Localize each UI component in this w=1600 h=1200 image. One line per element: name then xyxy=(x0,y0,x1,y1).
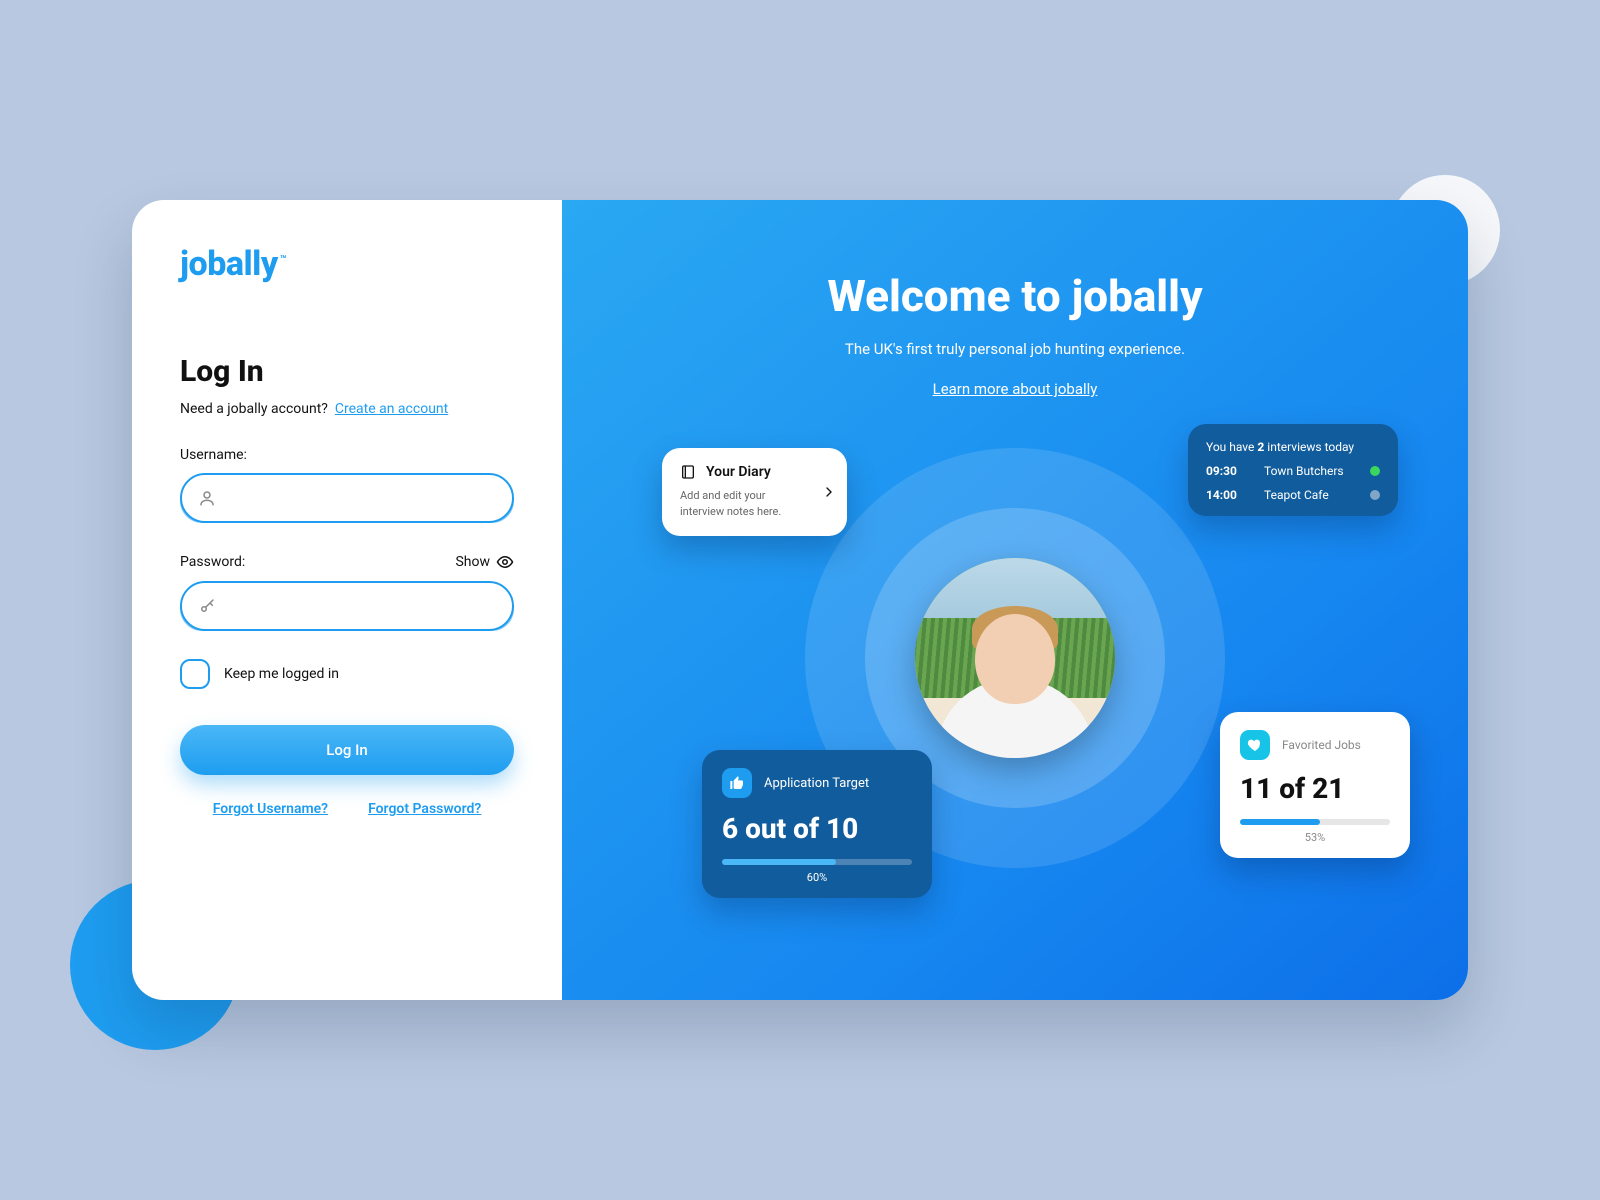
need-account-text: Need a jobally account? Create an accoun… xyxy=(180,401,514,417)
interview-place: Teapot Cafe xyxy=(1264,488,1329,502)
username-label-text: Username: xyxy=(180,447,247,463)
diary-card[interactable]: Your Diary Add and edit your interview n… xyxy=(662,448,847,536)
keep-logged-in-row: Keep me logged in xyxy=(180,659,514,689)
interviews-card[interactable]: You have 2 interviews today 09:30 Town B… xyxy=(1188,424,1398,516)
avatar xyxy=(915,558,1115,758)
iv-prefix: You have xyxy=(1206,440,1257,454)
book-icon xyxy=(680,464,696,480)
password-input[interactable] xyxy=(180,581,514,631)
keep-logged-in-checkbox[interactable] xyxy=(180,659,210,689)
username-input[interactable] xyxy=(180,473,514,523)
user-icon xyxy=(198,489,216,507)
welcome-subtitle: The UK's first truly personal job huntin… xyxy=(562,340,1468,358)
interview-time: 14:00 xyxy=(1206,488,1250,502)
interview-row: 14:00 Teapot Cafe xyxy=(1206,488,1380,502)
hero-illustration: Your Diary Add and edit your interview n… xyxy=(562,408,1468,928)
diary-desc: Add and edit your interview notes here. xyxy=(680,488,829,520)
application-target-label: Application Target xyxy=(764,776,869,791)
login-button[interactable]: Log In xyxy=(180,725,514,775)
brand-name: jobally xyxy=(180,244,278,284)
thumb-up-icon xyxy=(722,768,752,798)
status-dot-green xyxy=(1370,466,1380,476)
iv-suffix: interviews today xyxy=(1264,440,1354,454)
forgot-password-link[interactable]: Forgot Password? xyxy=(368,801,481,817)
forgot-links: Forgot Username? Forgot Password? xyxy=(180,801,514,817)
chevron-right-icon xyxy=(821,484,837,500)
password-label: Password: Show xyxy=(180,553,514,571)
favorited-label: Favorited Jobs xyxy=(1282,738,1361,752)
eye-icon xyxy=(496,553,514,571)
password-label-text: Password: xyxy=(180,554,245,570)
interview-time: 09:30 xyxy=(1206,464,1250,478)
heart-icon xyxy=(1240,730,1270,760)
favorited-value: 11 of 21 xyxy=(1240,772,1390,805)
login-heading: Log In xyxy=(180,354,514,389)
application-target-bar xyxy=(722,859,912,865)
status-dot-gray xyxy=(1370,490,1380,500)
interview-place: Town Butchers xyxy=(1264,464,1344,478)
show-password-toggle[interactable]: Show xyxy=(455,553,514,571)
application-target-card[interactable]: Application Target 6 out of 10 60% xyxy=(702,750,932,898)
key-icon xyxy=(198,597,216,615)
favorited-percent: 53% xyxy=(1240,831,1390,844)
favorited-bar xyxy=(1240,819,1390,825)
login-panel: jobally™ Log In Need a jobally account? … xyxy=(132,200,562,1000)
brand-logo: jobally™ xyxy=(180,244,514,284)
welcome-title: Welcome to jobally xyxy=(562,270,1468,322)
login-card: jobally™ Log In Need a jobally account? … xyxy=(132,200,1468,1000)
interview-row: 09:30 Town Butchers xyxy=(1206,464,1380,478)
interviews-heading: You have 2 interviews today xyxy=(1206,440,1380,454)
show-password-text: Show xyxy=(455,554,490,570)
application-target-percent: 60% xyxy=(722,871,912,884)
password-input-wrap xyxy=(180,581,514,631)
keep-logged-in-label: Keep me logged in xyxy=(224,666,339,682)
forgot-username-link[interactable]: Forgot Username? xyxy=(213,801,328,817)
hero-panel: Welcome to jobally The UK's first truly … xyxy=(562,200,1468,1000)
username-input-wrap xyxy=(180,473,514,523)
learn-more-link[interactable]: Learn more about jobally xyxy=(562,380,1468,398)
need-account-prefix: Need a jobally account? xyxy=(180,401,328,417)
diary-title: Your Diary xyxy=(706,464,771,480)
username-label: Username: xyxy=(180,447,514,463)
brand-tm: ™ xyxy=(280,253,286,266)
favorited-jobs-card[interactable]: Favorited Jobs 11 of 21 53% xyxy=(1220,712,1410,858)
application-target-value: 6 out of 10 xyxy=(722,812,912,845)
create-account-link[interactable]: Create an account xyxy=(335,401,448,417)
